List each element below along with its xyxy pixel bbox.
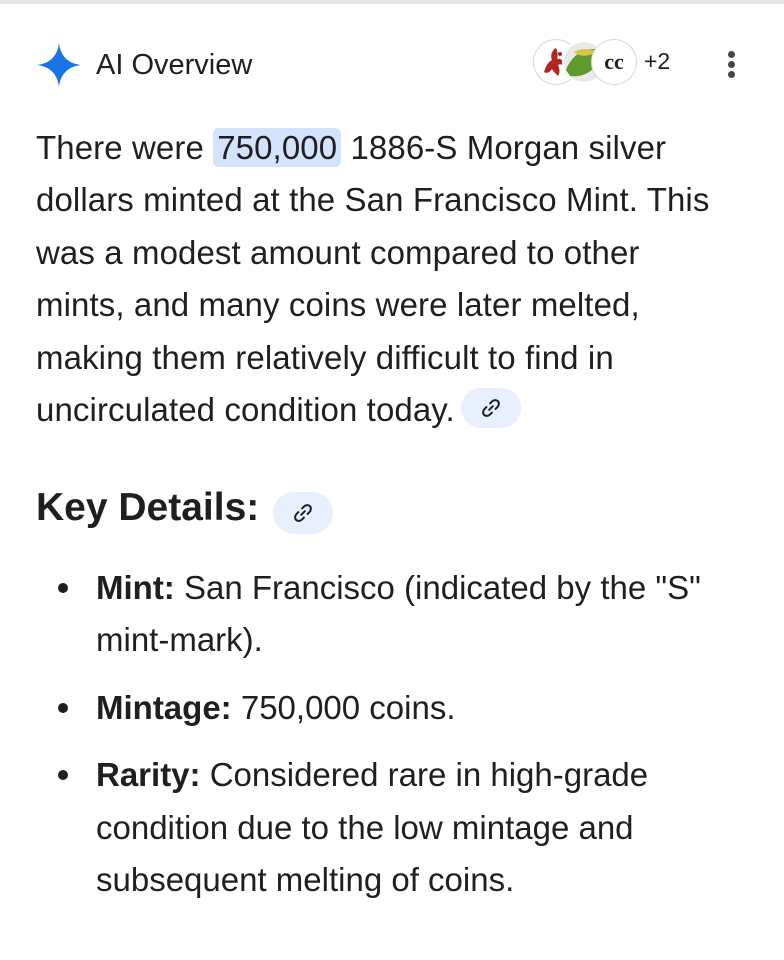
bullet-text: San Francisco (indicated by the "S" [174, 569, 701, 606]
overview-title: AI Overview [96, 49, 253, 81]
highlighted-mintage[interactable]: 750,000 [213, 128, 342, 167]
more-options-button[interactable] [716, 42, 748, 86]
paragraph-text: uncirculated condition today. [36, 391, 455, 429]
paragraph-line-4: mints, and many coins were later melted, [36, 286, 640, 324]
paragraph-text: 1886-S Morgan silver [350, 129, 667, 166]
paragraph-line-2: dollars minted at the San Francisco Mint… [36, 181, 710, 219]
bullet-icon [58, 770, 68, 781]
top-divider [0, 0, 784, 4]
bullet-term: Rarity: [96, 756, 201, 794]
bullet-text: subsequent melting of coins. [96, 861, 515, 899]
paragraph-line-5: making them relatively difficult to find… [36, 338, 614, 376]
source-logo-cc[interactable]: cc [592, 40, 636, 84]
bullet-text: mint-mark). [96, 621, 263, 659]
paragraph-line-3: was a modest amount compared to other [36, 233, 640, 271]
link-icon [294, 504, 312, 522]
key-details-heading: Key Details: [36, 486, 260, 529]
paragraph-text: There were [36, 129, 204, 166]
gemini-spark-icon [37, 43, 81, 87]
more-sources-count[interactable]: +2 [644, 48, 670, 75]
bullet-text: condition due to the low mintage and [96, 808, 634, 846]
paragraph-line-1: There were 750,000 1886-S Morgan silver [36, 122, 756, 174]
source-avatars[interactable]: cc +2 [534, 40, 694, 88]
link-icon [481, 399, 500, 418]
list-item-mintage: Mintage: 750,000 coins. [56, 682, 756, 734]
ai-overview-panel: AI Overview cc +2 There were 750,000 188… [0, 0, 784, 960]
bullet-text: Considered rare in high-grade [200, 756, 649, 794]
bullet-term: Mint: [96, 569, 175, 606]
bullet-text: 750,000 coins. [231, 688, 456, 726]
bullet-icon [58, 702, 68, 713]
source-link-chip[interactable] [460, 388, 521, 429]
key-details-list: Mint: San Francisco (indicated by the "S… [56, 562, 756, 921]
heading-link-chip[interactable] [273, 492, 333, 534]
overview-paragraph: There were 750,000 1886-S Morgan silver … [36, 122, 756, 436]
list-item-mint: Mint: San Francisco (indicated by the "S… [56, 562, 756, 667]
paragraph-line-6: uncirculated condition today. [36, 384, 756, 436]
bullet-icon [58, 583, 68, 593]
overview-header: AI Overview cc +2 [36, 36, 748, 92]
list-item-rarity: Rarity: Considered rare in high-grade co… [56, 749, 756, 906]
bullet-term: Mintage: [96, 688, 232, 726]
